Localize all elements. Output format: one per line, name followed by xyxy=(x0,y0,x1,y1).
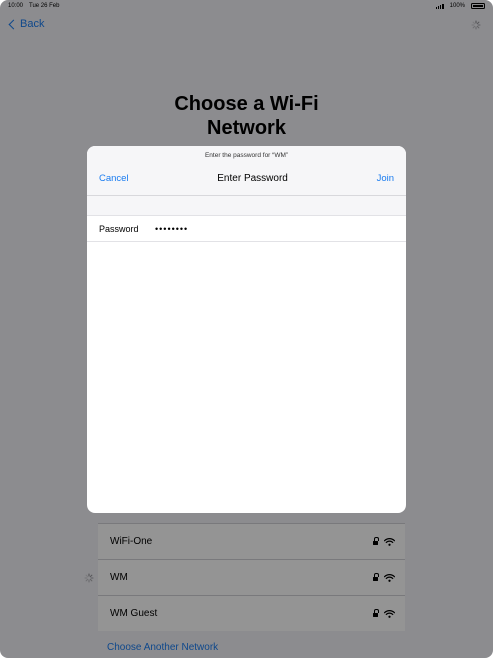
password-modal: Enter the password for “WM” Cancel Enter… xyxy=(87,146,406,513)
modal-title: Enter Password xyxy=(217,173,288,184)
modal-header: Enter the password for “WM” Cancel Enter… xyxy=(87,146,406,196)
cancel-button[interactable]: Cancel xyxy=(99,173,129,184)
password-label: Password xyxy=(99,223,139,234)
modal-prompt: Enter the password for “WM” xyxy=(204,152,289,159)
password-input[interactable]: •••••••• xyxy=(155,224,188,234)
modal-spacer xyxy=(87,196,406,216)
modal-nav-bar: Cancel Enter Password Join xyxy=(99,173,394,184)
join-button[interactable]: Join xyxy=(377,173,394,184)
password-field[interactable]: Password •••••••• xyxy=(87,216,406,242)
device-screen: 10:00 Tue 26 Feb 100% Back Choose a Wi-F… xyxy=(0,0,493,658)
